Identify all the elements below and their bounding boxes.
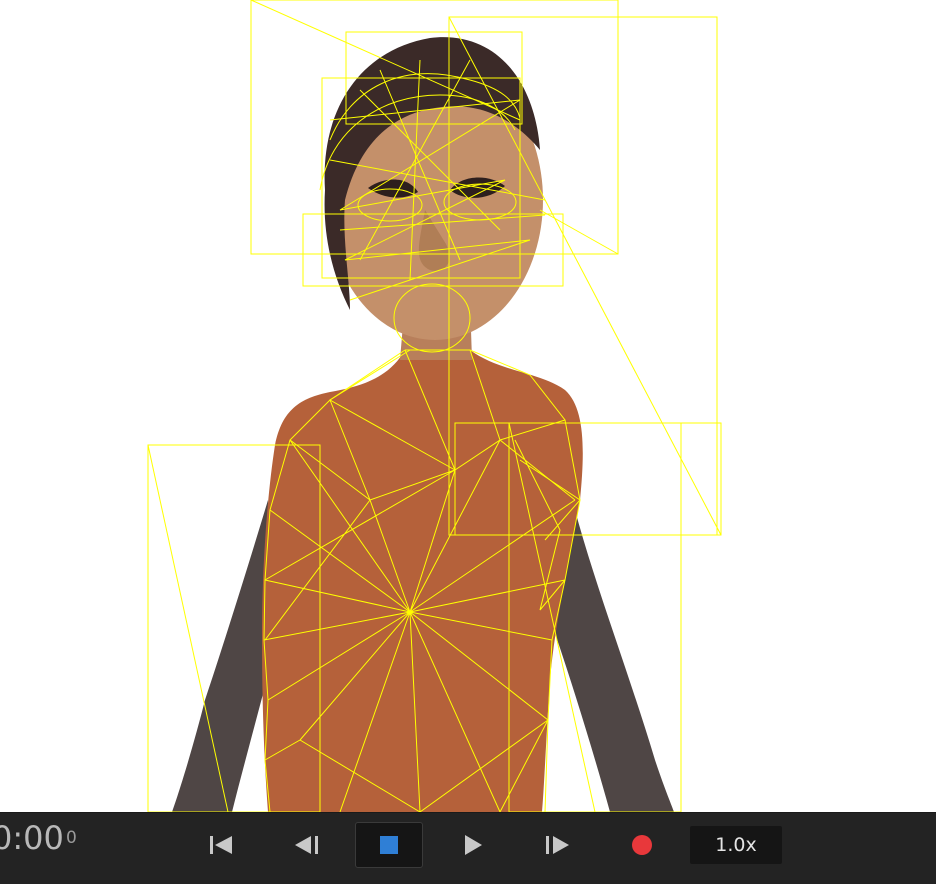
frame-counter: 0 [66, 828, 77, 848]
step-forward-icon [546, 836, 569, 854]
step-forward-button[interactable] [535, 825, 579, 865]
stop-icon [380, 836, 398, 854]
scene-viewport[interactable] [0, 0, 936, 812]
step-back-button[interactable] [285, 825, 329, 865]
record-icon [632, 835, 652, 855]
transport-bar: 0:00 0 1.0x [0, 812, 936, 884]
stop-button[interactable] [355, 822, 423, 868]
skip-to-start-icon [210, 836, 232, 854]
skip-to-start-button[interactable] [199, 825, 243, 865]
playback-speed-button[interactable]: 1.0x [690, 826, 782, 864]
play-button[interactable] [451, 825, 495, 865]
record-button[interactable] [620, 825, 664, 865]
timecode-display: 0:00 [0, 819, 64, 857]
step-back-icon [295, 836, 318, 854]
avatar-scene [147, 0, 722, 812]
play-icon [465, 835, 482, 855]
